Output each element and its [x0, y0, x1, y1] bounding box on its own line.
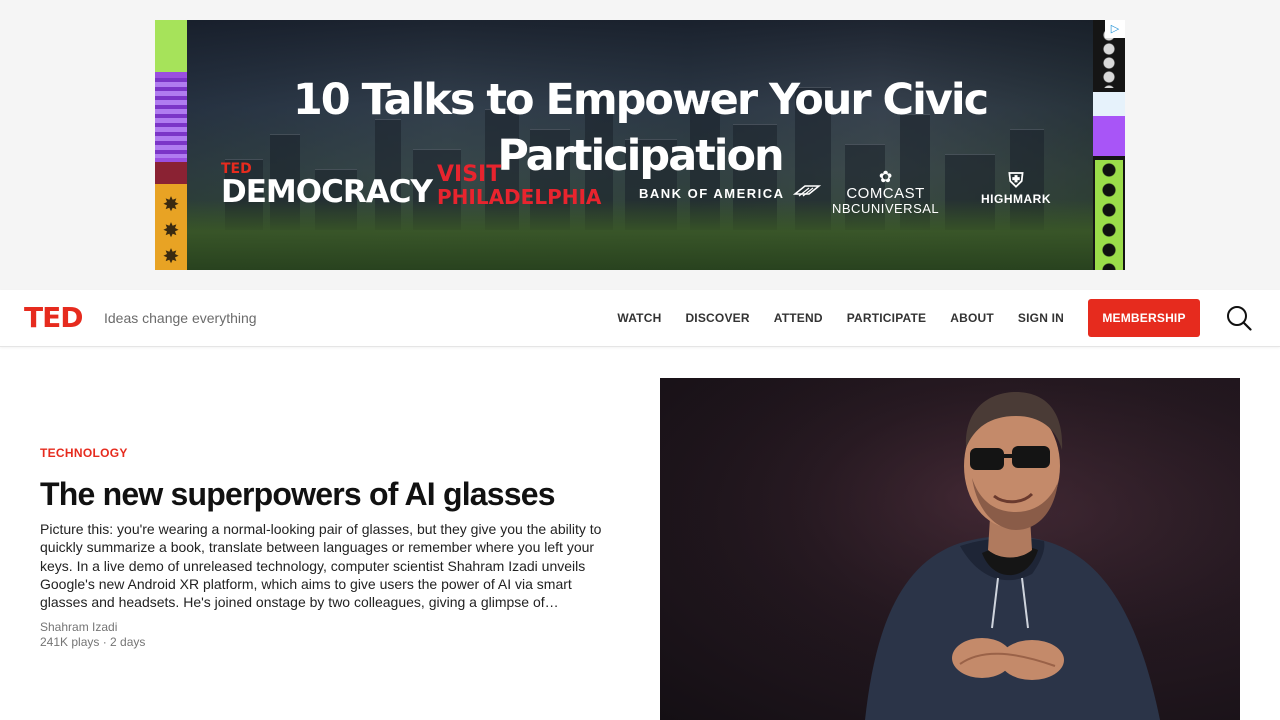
ted-democracy-logo-text: DEMOCRACY	[221, 174, 433, 210]
comcast-nbcuniversal-logo: ✿ COMCAST NBCUNIVERSAL	[832, 169, 940, 217]
peacock-icon: ✿	[878, 169, 893, 186]
nav-participate[interactable]: PARTICIPATE	[847, 310, 927, 326]
bank-of-america-flag-icon	[792, 184, 822, 201]
comcast-logo-line2: NBCUNIVERSAL	[832, 201, 940, 216]
speaker-name: Shahram Izadi	[40, 620, 118, 634]
talk-title[interactable]: The new superpowers of AI glasses	[40, 474, 630, 514]
site-header: TED Ideas change everything WATCH DISCOV…	[0, 290, 1280, 347]
search-button[interactable]	[1226, 305, 1252, 331]
membership-button[interactable]: MEMBERSHIP	[1088, 299, 1200, 337]
tagline: Ideas change everything	[104, 310, 257, 326]
category-link[interactable]: TECHNOLOGY	[40, 446, 128, 460]
visit-philadelphia-logo-line2: PHILADELPHIA	[437, 185, 602, 209]
ted-democracy-logo: TED DEMOCRACY	[221, 162, 433, 210]
ad-decorative-stripe-right	[1093, 20, 1125, 270]
nav-sign-in[interactable]: SIGN IN	[1018, 310, 1064, 326]
bank-of-america-logo-text: BANK OF AMERICA	[639, 186, 785, 201]
ad-banner[interactable]: ✸ ✸ ✸ ▷ 10 Talks to Empower Your Civic Par…	[155, 20, 1125, 270]
visit-philadelphia-logo: VISIT PHILADELPHIA	[437, 162, 602, 209]
talk-thumbnail[interactable]	[660, 378, 1240, 720]
search-icon	[1226, 306, 1252, 334]
bank-of-america-logo: BANK OF AMERICA	[639, 184, 822, 201]
nav-attend[interactable]: ATTEND	[774, 310, 823, 326]
ad-sponsor-logos: TED DEMOCRACY VISIT PHILADELPHIA BANK OF…	[187, 160, 1093, 220]
comcast-logo-line1: COMCAST	[846, 185, 925, 202]
talk-meta: 241K plays · 2 days	[40, 635, 146, 649]
nav-watch[interactable]: WATCH	[617, 310, 661, 326]
highmark-logo-text: HIGHMARK	[981, 192, 1051, 206]
ted-logo[interactable]: TED	[24, 304, 83, 332]
talk-description: Picture this: you're wearing a normal-lo…	[40, 521, 602, 611]
speaker-illustration	[660, 378, 1240, 720]
nav-about[interactable]: ABOUT	[950, 310, 994, 326]
ad-band: ✸ ✸ ✸ ▷ 10 Talks to Empower Your Civic Par…	[0, 0, 1280, 290]
ad-decorative-stripe-left: ✸ ✸ ✸	[155, 20, 187, 270]
highmark-logo: ⛨ HIGHMARK	[981, 170, 1051, 206]
shield-icon: ⛨	[1008, 170, 1024, 192]
main-nav: WATCH DISCOVER ATTEND PARTICIPATE ABOUT …	[617, 310, 1064, 326]
visit-philadelphia-logo-line1: VISIT	[437, 162, 502, 187]
ad-choices-icon[interactable]: ▷	[1105, 20, 1125, 38]
nav-discover[interactable]: DISCOVER	[685, 310, 749, 326]
